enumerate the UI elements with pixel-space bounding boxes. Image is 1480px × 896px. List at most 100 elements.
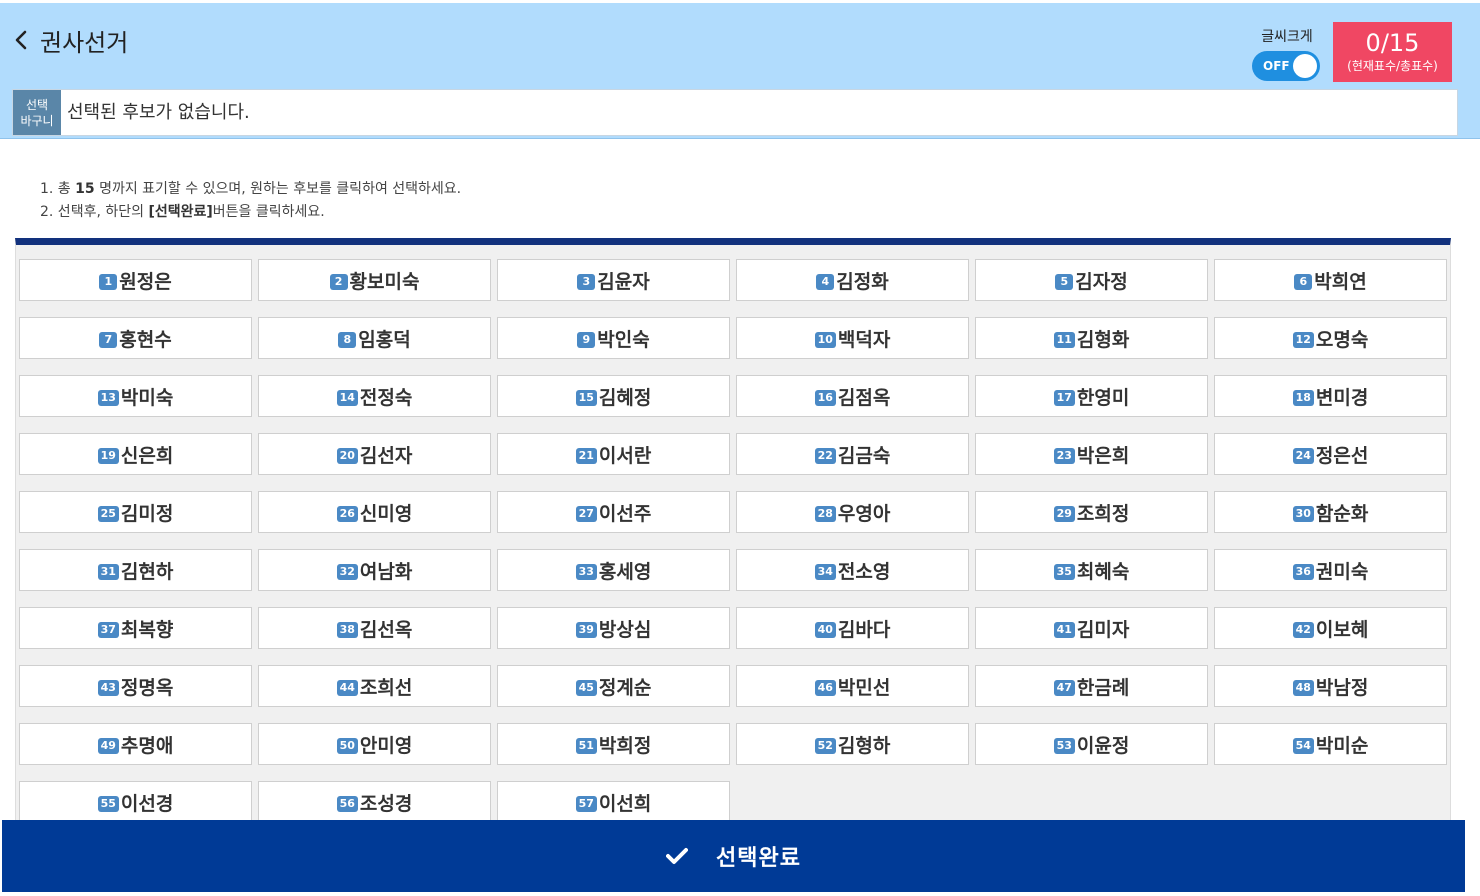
candidate-button[interactable]: 47 한금례 bbox=[975, 665, 1208, 707]
candidate-number: 15 bbox=[575, 390, 597, 406]
candidate-name: 이보혜 bbox=[1315, 618, 1369, 641]
candidate-button[interactable]: 57 이선희 bbox=[497, 781, 730, 823]
candidate-button[interactable]: 22 김금숙 bbox=[736, 433, 969, 475]
candidate-button[interactable]: 32 여남화 bbox=[258, 549, 491, 591]
candidate-button[interactable]: 7 홍현수 bbox=[19, 317, 252, 359]
submit-label: 선택완료 bbox=[716, 846, 801, 871]
candidate-button[interactable]: 9 박인숙 bbox=[497, 317, 730, 359]
candidate-button[interactable]: 27 이선주 bbox=[497, 491, 730, 533]
candidate-button[interactable]: 33 홍세영 bbox=[497, 549, 730, 591]
font-size-toggle[interactable]: OFF bbox=[1252, 51, 1320, 81]
candidate-button[interactable]: 23 박은희 bbox=[975, 433, 1208, 475]
candidate-panel: 1 원정은 2 황보미숙 3 김윤자 4 김정화 5 김자정 6 박희연 7 홍현수 8 임홍덕 9 박인숙 10 백… bbox=[15, 238, 1451, 838]
candidate-button[interactable]: 2 황보미숙 bbox=[258, 259, 491, 301]
candidate-button[interactable]: 24 정은선 bbox=[1214, 433, 1447, 475]
candidate-name: 김정화 bbox=[836, 270, 889, 293]
candidate-button[interactable]: 29 조희정 bbox=[975, 491, 1208, 533]
candidate-name: 오명숙 bbox=[1315, 328, 1369, 351]
candidate-button[interactable]: 26 신미영 bbox=[258, 491, 491, 533]
candidate-button[interactable]: 14 전정숙 bbox=[258, 375, 491, 417]
candidate-button[interactable]: 37 최복향 bbox=[19, 607, 252, 649]
candidate-button[interactable]: 15 김혜정 bbox=[497, 375, 730, 417]
candidate-button[interactable]: 18 변미경 bbox=[1214, 375, 1447, 417]
candidate-number: 18 bbox=[1292, 390, 1314, 406]
candidate-name: 이서란 bbox=[598, 444, 652, 467]
candidate-button[interactable]: 44 조희선 bbox=[258, 665, 491, 707]
candidate-button[interactable]: 8 임홍덕 bbox=[258, 317, 491, 359]
candidate-button[interactable]: 46 박민선 bbox=[736, 665, 969, 707]
candidate-button[interactable]: 39 방상심 bbox=[497, 607, 730, 649]
candidate-name: 이선경 bbox=[120, 792, 174, 815]
font-size-label: 글씨크게 bbox=[1261, 29, 1313, 45]
candidate-button[interactable]: 10 백덕자 bbox=[736, 317, 969, 359]
candidate-button[interactable]: 13 박미숙 bbox=[19, 375, 252, 417]
candidate-button[interactable]: 54 박미순 bbox=[1214, 723, 1447, 765]
candidate-name: 권미숙 bbox=[1315, 560, 1369, 583]
candidate-number: 34 bbox=[814, 564, 836, 580]
candidate-number: 39 bbox=[575, 622, 597, 638]
candidate-number: 33 bbox=[575, 564, 597, 580]
candidate-button[interactable]: 5 김자정 bbox=[975, 259, 1208, 301]
candidate-button[interactable]: 21 이서란 bbox=[497, 433, 730, 475]
candidate-button[interactable]: 53 이윤정 bbox=[975, 723, 1208, 765]
candidate-button[interactable]: 6 박희연 bbox=[1214, 259, 1447, 301]
candidate-number: 54 bbox=[1292, 738, 1314, 754]
candidate-name: 이선희 bbox=[598, 792, 652, 815]
candidate-button[interactable]: 20 김선자 bbox=[258, 433, 491, 475]
candidate-number: 53 bbox=[1053, 738, 1075, 754]
candidate-button[interactable]: 1 원정은 bbox=[19, 259, 252, 301]
back-button[interactable] bbox=[12, 29, 30, 51]
submit-button[interactable]: 선택완료 bbox=[2, 820, 1465, 892]
candidate-number: 5 bbox=[1055, 274, 1074, 290]
candidate-button[interactable]: 12 오명숙 bbox=[1214, 317, 1447, 359]
candidate-button[interactable]: 55 이선경 bbox=[19, 781, 252, 823]
candidate-button[interactable]: 19 신은희 bbox=[19, 433, 252, 475]
candidate-number: 19 bbox=[97, 448, 119, 464]
candidate-name: 김현하 bbox=[120, 560, 174, 583]
candidate-number: 46 bbox=[814, 680, 836, 696]
candidate-button[interactable]: 30 함순화 bbox=[1214, 491, 1447, 533]
candidate-button[interactable]: 38 김선옥 bbox=[258, 607, 491, 649]
candidate-button[interactable]: 3 김윤자 bbox=[497, 259, 730, 301]
selection-basket: 선택 바구니 선택된 후보가 없습니다. bbox=[12, 89, 1458, 136]
candidate-button[interactable]: 43 정명옥 bbox=[19, 665, 252, 707]
candidate-number: 22 bbox=[814, 448, 836, 464]
instruction-line-1: 1. 총 15 명까지 표기할 수 있으며, 원하는 후보를 클릭하여 선택하세… bbox=[40, 178, 461, 201]
candidate-button[interactable]: 31 김현하 bbox=[19, 549, 252, 591]
candidate-button[interactable]: 35 최혜숙 bbox=[975, 549, 1208, 591]
candidate-button[interactable]: 11 김형화 bbox=[975, 317, 1208, 359]
candidate-number: 36 bbox=[1292, 564, 1314, 580]
candidate-name: 박희정 bbox=[598, 734, 652, 757]
basket-tag: 선택 바구니 bbox=[13, 90, 61, 135]
candidate-number: 13 bbox=[97, 390, 119, 406]
candidate-number: 41 bbox=[1053, 622, 1075, 638]
candidate-button[interactable]: 48 박남정 bbox=[1214, 665, 1447, 707]
candidate-name: 박미숙 bbox=[120, 386, 174, 409]
candidate-button[interactable]: 25 김미정 bbox=[19, 491, 252, 533]
candidate-button[interactable]: 4 김정화 bbox=[736, 259, 969, 301]
candidate-name: 김점옥 bbox=[837, 386, 891, 409]
candidate-button[interactable]: 16 김점옥 bbox=[736, 375, 969, 417]
candidate-number: 30 bbox=[1292, 506, 1314, 522]
candidate-button[interactable]: 50 안미영 bbox=[258, 723, 491, 765]
instruction-1-bold: 15 bbox=[75, 181, 95, 197]
candidate-button[interactable]: 34 전소영 bbox=[736, 549, 969, 591]
candidate-button[interactable]: 52 김형하 bbox=[736, 723, 969, 765]
candidate-number: 57 bbox=[575, 796, 597, 812]
candidate-button[interactable]: 51 박희정 bbox=[497, 723, 730, 765]
candidate-button[interactable]: 17 한영미 bbox=[975, 375, 1208, 417]
candidate-button[interactable]: 28 우영아 bbox=[736, 491, 969, 533]
candidate-name: 김미정 bbox=[120, 502, 174, 525]
candidate-button[interactable]: 41 김미자 bbox=[975, 607, 1208, 649]
toggle-state-text: OFF bbox=[1263, 59, 1290, 73]
candidate-button[interactable]: 49 추명애 bbox=[19, 723, 252, 765]
candidate-button[interactable]: 40 김바다 bbox=[736, 607, 969, 649]
candidate-number: 2 bbox=[329, 274, 348, 290]
candidate-name: 조성경 bbox=[359, 792, 413, 815]
candidate-name: 추명애 bbox=[120, 734, 174, 757]
candidate-number: 16 bbox=[814, 390, 836, 406]
candidate-button[interactable]: 36 권미숙 bbox=[1214, 549, 1447, 591]
candidate-button[interactable]: 56 조성경 bbox=[258, 781, 491, 823]
candidate-button[interactable]: 45 정계순 bbox=[497, 665, 730, 707]
candidate-button[interactable]: 42 이보혜 bbox=[1214, 607, 1447, 649]
